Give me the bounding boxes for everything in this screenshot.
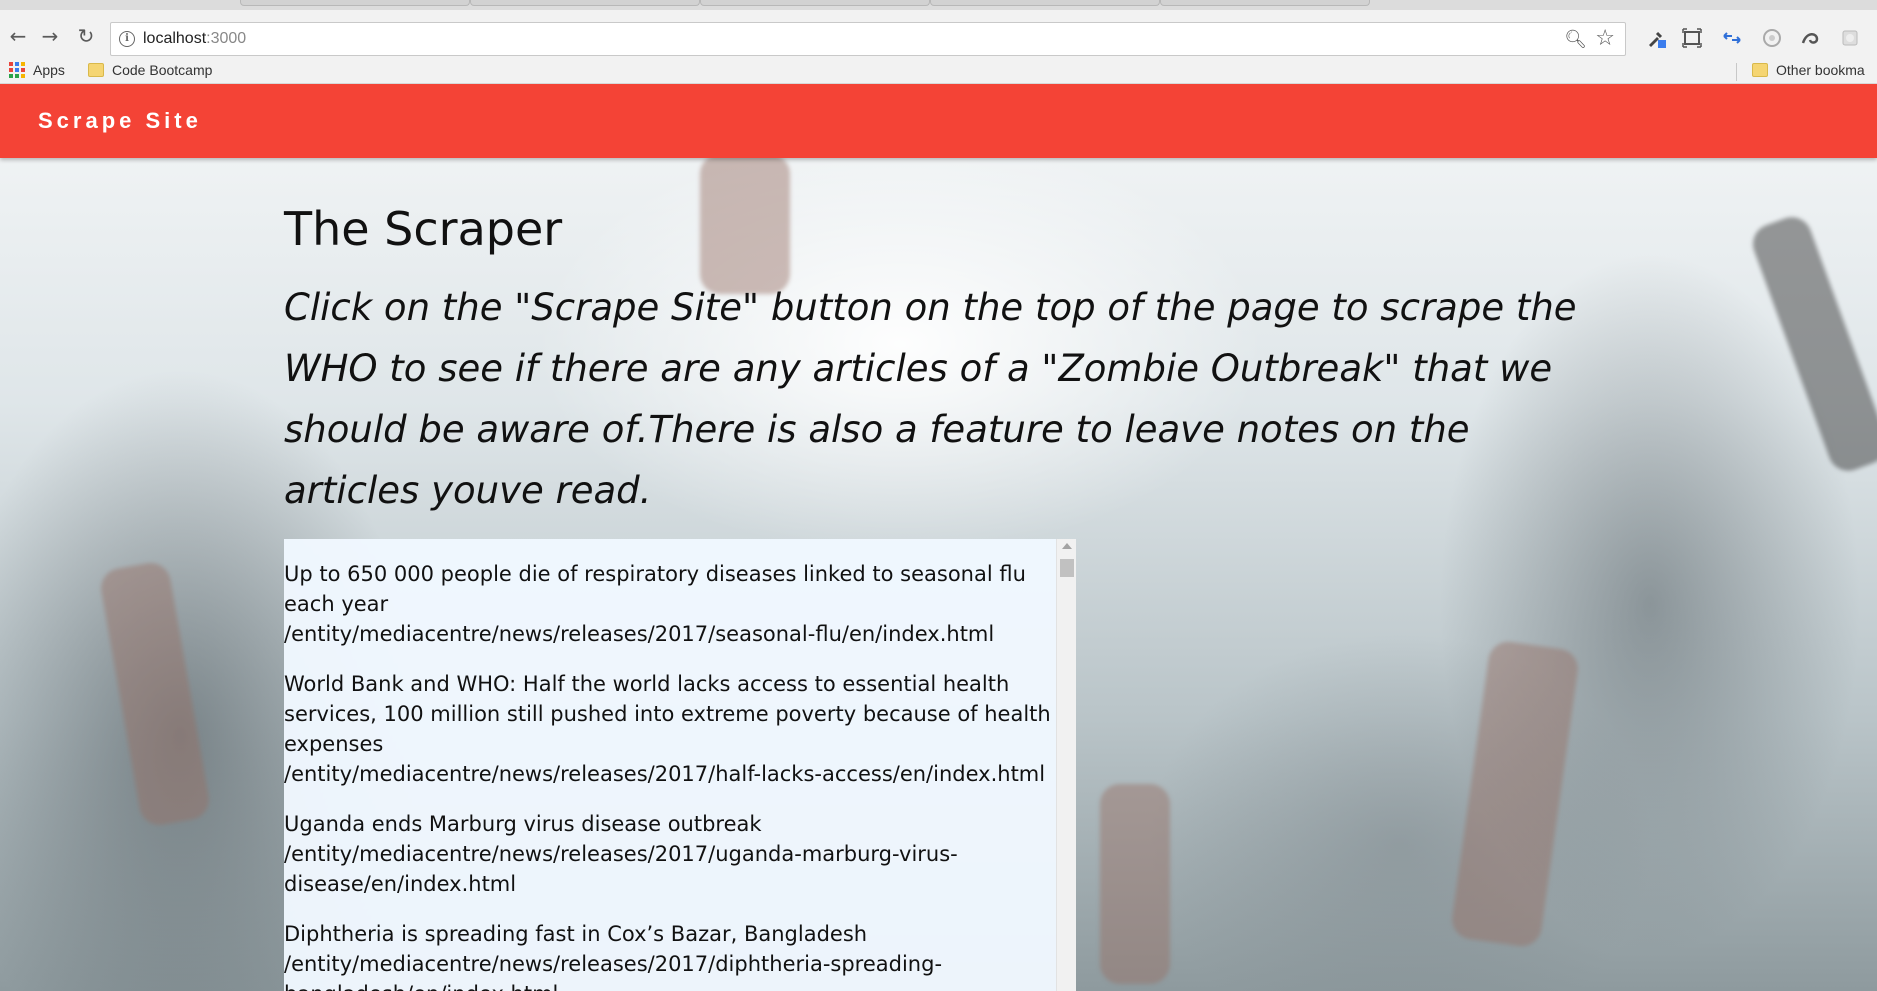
address-bar[interactable]: i localhost:3000 🔍︎ ☆	[110, 22, 1626, 56]
tab-strip	[0, 0, 1877, 10]
url-host: localhost	[143, 30, 207, 47]
browser-tab[interactable]	[240, 0, 470, 6]
top-navbar: Scrape Site	[0, 84, 1877, 158]
bookmarks-bar: Apps Code Bootcamp Other bookma	[0, 58, 1877, 84]
bookmark-label: Code Bootcamp	[112, 62, 213, 78]
bookmark-code-bootcamp[interactable]: Code Bootcamp	[88, 62, 212, 78]
reload-icon[interactable]: ↻	[72, 22, 100, 50]
article-item[interactable]: World Bank and WHO: Half the world lacks…	[284, 669, 1076, 789]
articles-scrollbar[interactable]	[1056, 539, 1076, 991]
scrape-site-button[interactable]: Scrape Site	[38, 108, 202, 134]
browser-tab[interactable]	[930, 0, 1160, 6]
article-item[interactable]: Up to 650 000 people die of respiratory …	[284, 559, 1076, 649]
main-container: The Scraper Click on the "Scrape Site" b…	[284, 202, 1584, 521]
bookmark-label: Apps	[33, 62, 65, 78]
circle-extension-icon[interactable]	[1760, 26, 1784, 50]
scroll-up-icon[interactable]	[1062, 543, 1072, 549]
folder-icon	[1752, 63, 1768, 77]
arrows-extension-icon[interactable]	[1720, 26, 1744, 50]
article-item[interactable]: Uganda ends Marburg virus disease outbre…	[284, 809, 1076, 899]
back-icon[interactable]: ←	[4, 22, 32, 50]
browser-tab[interactable]	[700, 0, 930, 6]
article-link[interactable]: /entity/mediacentre/news/releases/2017/u…	[284, 839, 1052, 899]
bookmark-label: Other bookma	[1776, 62, 1865, 78]
browser-tab[interactable]	[1160, 0, 1370, 6]
folder-icon	[88, 63, 104, 77]
screenshot-extension-icon[interactable]	[1680, 26, 1704, 50]
background-image	[1100, 784, 1170, 984]
article-title: Uganda ends Marburg virus disease outbre…	[284, 812, 762, 836]
article-link[interactable]: /entity/mediacentre/news/releases/2017/d…	[284, 949, 1052, 991]
page-title: The Scraper	[284, 202, 563, 256]
article-link[interactable]: /entity/mediacentre/news/releases/2017/s…	[284, 619, 1052, 649]
article-title: Diphtheria is spreading fast in Cox’s Ba…	[284, 922, 868, 946]
bookmark-other[interactable]: Other bookma	[1752, 62, 1865, 78]
scrollbar-thumb[interactable]	[1060, 559, 1074, 577]
swirl-extension-icon[interactable]	[1798, 26, 1822, 50]
background-image	[97, 559, 213, 829]
browser-tab[interactable]	[470, 0, 700, 6]
url-port: :3000	[206, 30, 247, 47]
forward-icon[interactable]: →	[36, 22, 64, 50]
info-icon[interactable]: i	[119, 31, 135, 47]
article-title: Up to 650 000 people die of respiratory …	[284, 562, 1026, 616]
browser-toolbar: ← → ↻ i localhost:3000 🔍︎ ☆	[0, 10, 1877, 58]
bookmark-star-icon[interactable]: ☆	[1595, 26, 1615, 51]
page-viewport: Scrape Site The Scraper Click on the "Sc…	[0, 84, 1877, 991]
zoom-icon[interactable]: 🔍︎	[1564, 29, 1587, 50]
articles-list[interactable]: Up to 650 000 people die of respiratory …	[284, 539, 1076, 991]
eyedropper-extension-icon[interactable]	[1644, 26, 1668, 50]
background-image	[1747, 211, 1877, 477]
article-link[interactable]: /entity/mediacentre/news/releases/2017/h…	[284, 759, 1052, 789]
page-description: Click on the "Scrape Site" button on the…	[284, 286, 1577, 513]
article-title: World Bank and WHO: Half the world lacks…	[284, 672, 1051, 756]
apps-grid-icon	[9, 62, 25, 78]
url-text[interactable]: localhost:3000	[143, 30, 246, 48]
bookmark-apps[interactable]: Apps	[9, 62, 65, 78]
puzzle-extension-icon[interactable]	[1838, 26, 1862, 50]
article-item[interactable]: Diphtheria is spreading fast in Cox’s Ba…	[284, 919, 1076, 991]
background-image	[1449, 639, 1581, 949]
bookmarks-divider	[1736, 63, 1737, 81]
